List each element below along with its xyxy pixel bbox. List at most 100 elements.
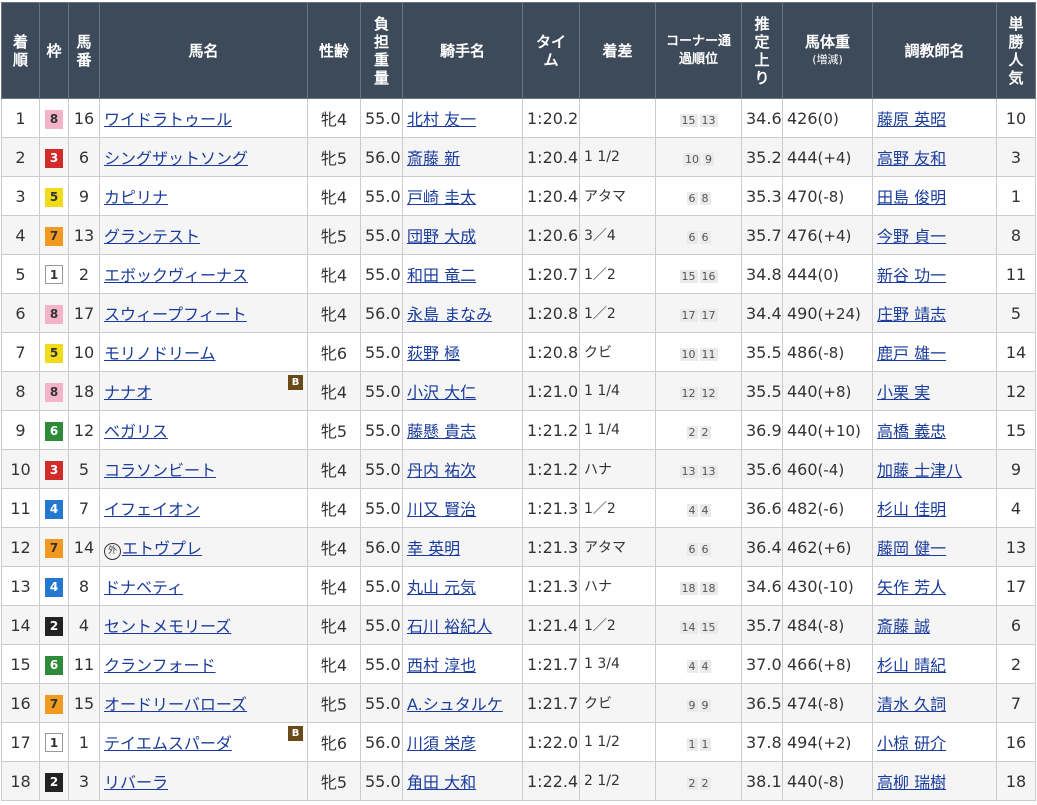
- header-sexage[interactable]: 性齢: [307, 2, 361, 99]
- trainer-link[interactable]: 高柳 瑞樹: [877, 773, 946, 792]
- horse-link[interactable]: エボックヴィーナス: [104, 266, 248, 285]
- bodyweight-cell: 476(+4): [782, 215, 873, 255]
- header-waku[interactable]: 枠: [39, 2, 69, 99]
- results-body: 1 8 16 ワイドラトゥール 牝4 55.0 北村 友一 1:20.2 15 13 34.6 426…: [1, 98, 1036, 801]
- horse-link[interactable]: リバーラ: [104, 773, 168, 792]
- umaban-cell: 3: [68, 761, 100, 801]
- corner-cell: 66: [655, 527, 742, 567]
- popularity-cell: 8: [996, 215, 1036, 255]
- jockey-link[interactable]: 幸 英明: [407, 539, 460, 558]
- bodyweight-diff: (+6): [817, 538, 852, 557]
- jockey-link[interactable]: 斎藤 新: [407, 149, 460, 168]
- horse-link[interactable]: オードリーバローズ: [104, 695, 247, 714]
- jockey-link[interactable]: 丸山 元気: [407, 578, 476, 597]
- header-umaban[interactable]: 馬番: [68, 2, 100, 99]
- popularity-cell: 3: [996, 137, 1036, 177]
- trainer-link[interactable]: 小椋 研介: [877, 734, 946, 753]
- jockey-link[interactable]: 石川 裕紀人: [407, 617, 492, 636]
- header-trainer[interactable]: 調教師名: [872, 2, 997, 99]
- jockey-link[interactable]: 団野 大成: [407, 227, 476, 246]
- header-horse[interactable]: 馬名: [99, 2, 308, 99]
- jockey-link[interactable]: 戸崎 圭太: [407, 188, 476, 207]
- jockey-link[interactable]: 川又 賢治: [407, 500, 476, 519]
- bodyweight-cell: 440(+10): [782, 410, 873, 450]
- trainer-link[interactable]: 藤原 英昭: [877, 110, 946, 129]
- trainer-link[interactable]: 清水 久詞: [877, 695, 946, 714]
- corner-pos-1: 17: [679, 308, 698, 322]
- header-rank[interactable]: 着順: [1, 2, 40, 99]
- horse-link[interactable]: イフェイオン: [104, 500, 200, 519]
- corner-pos-2: 2: [699, 425, 711, 439]
- jockey-link[interactable]: 小沢 大仁: [407, 383, 476, 402]
- horse-link[interactable]: ベガリス: [104, 422, 168, 441]
- trainer-link[interactable]: 庄野 靖志: [877, 305, 946, 324]
- horse-link[interactable]: クランフォード: [104, 656, 216, 675]
- header-pop[interactable]: 単勝人気: [996, 2, 1036, 99]
- trainer-link[interactable]: 新谷 功一: [877, 266, 946, 285]
- header-weight-label: 負担重量: [373, 14, 389, 87]
- trainer-link[interactable]: 斎藤 誠: [877, 617, 930, 636]
- bodyweight-diff: (+8): [817, 655, 852, 674]
- header-last3f-label: 推定上り: [754, 14, 770, 87]
- trainer-link[interactable]: 矢作 芳人: [877, 578, 946, 597]
- header-weight[interactable]: 負担重量: [360, 2, 403, 99]
- sexage-cell: 牝4: [307, 488, 361, 528]
- jockey-link[interactable]: 角田 大和: [407, 773, 476, 792]
- horse-link[interactable]: セントメモリーズ: [104, 617, 231, 636]
- jockey-link[interactable]: A.シュタルケ: [407, 695, 503, 714]
- trainer-cell: 杉山 晴紀: [872, 644, 997, 684]
- header-time[interactable]: タイム: [522, 2, 580, 99]
- jockey-link[interactable]: 荻野 極: [407, 344, 460, 363]
- jockey-link[interactable]: 和田 竜二: [407, 266, 476, 285]
- trainer-link[interactable]: 高橋 義忠: [877, 422, 946, 441]
- horse-link[interactable]: ドナベティ: [104, 578, 183, 597]
- time-cell: 1:20.4: [522, 176, 580, 216]
- jockey-link[interactable]: 永島 まなみ: [407, 305, 492, 324]
- horse-link[interactable]: グランテスト: [104, 227, 200, 246]
- horse-link[interactable]: ワイドラトゥール: [104, 110, 232, 129]
- jockey-link[interactable]: 藤懸 貴志: [407, 422, 476, 441]
- horse-link[interactable]: コラソンビート: [104, 461, 216, 480]
- horse-link[interactable]: シングザットソング: [104, 149, 248, 168]
- header-jockey[interactable]: 騎手名: [402, 2, 523, 99]
- trainer-cell: 田島 俊明: [872, 176, 997, 216]
- waku-cell: 5: [39, 332, 69, 372]
- trainer-link[interactable]: 藤岡 健一: [877, 539, 946, 558]
- trainer-link[interactable]: 小栗 実: [877, 383, 930, 402]
- horse-link[interactable]: スウィープフィート: [104, 305, 247, 324]
- last3f-cell: 38.1: [741, 761, 783, 801]
- horse-link[interactable]: エトヴプレ: [122, 539, 202, 558]
- time-cell: 1:22.4: [522, 761, 580, 801]
- trainer-link[interactable]: 高野 友和: [877, 149, 946, 168]
- trainer-link[interactable]: 杉山 佳明: [877, 500, 946, 519]
- jockey-link[interactable]: 西村 淳也: [407, 656, 476, 675]
- jockey-link[interactable]: 川須 栄彦: [407, 734, 476, 753]
- trainer-cell: 高野 友和: [872, 137, 997, 177]
- weight-cell: 55.0: [360, 761, 403, 801]
- horse-cell: ベガリス: [99, 410, 308, 450]
- margin-cell: 1／2: [579, 488, 656, 528]
- weight-cell: 55.0: [360, 176, 403, 216]
- trainer-link[interactable]: 杉山 晴紀: [877, 656, 946, 675]
- horse-link[interactable]: テイエムスパーダ: [104, 734, 232, 753]
- horse-link[interactable]: カピリナ: [104, 188, 168, 207]
- header-last3f[interactable]: 推定上り: [741, 2, 783, 99]
- header-margin[interactable]: 着差: [579, 2, 656, 99]
- weight-cell: 55.0: [360, 254, 403, 294]
- horse-link[interactable]: ナナオ: [104, 383, 152, 402]
- trainer-link[interactable]: 加藤 士津八: [877, 461, 962, 480]
- trainer-link[interactable]: 田島 俊明: [877, 188, 946, 207]
- trainer-link[interactable]: 今野 貞一: [877, 227, 946, 246]
- jockey-link[interactable]: 北村 友一: [407, 110, 476, 129]
- horse-link[interactable]: モリノドリーム: [104, 344, 216, 363]
- header-bodyweight[interactable]: 馬体重 (増減): [782, 2, 873, 99]
- jockey-link[interactable]: 丹内 祐次: [407, 461, 476, 480]
- jockey-cell: 和田 竜二: [402, 254, 523, 294]
- trainer-cell: 加藤 士津八: [872, 449, 997, 489]
- jockey-cell: 団野 大成: [402, 215, 523, 255]
- trainer-link[interactable]: 鹿戸 雄一: [877, 344, 946, 363]
- bodyweight-diff: (-8): [817, 694, 845, 713]
- header-corner[interactable]: コーナー通過順位: [655, 2, 742, 99]
- corner-cell: 44: [655, 644, 742, 684]
- waku-badge: 7: [45, 538, 63, 558]
